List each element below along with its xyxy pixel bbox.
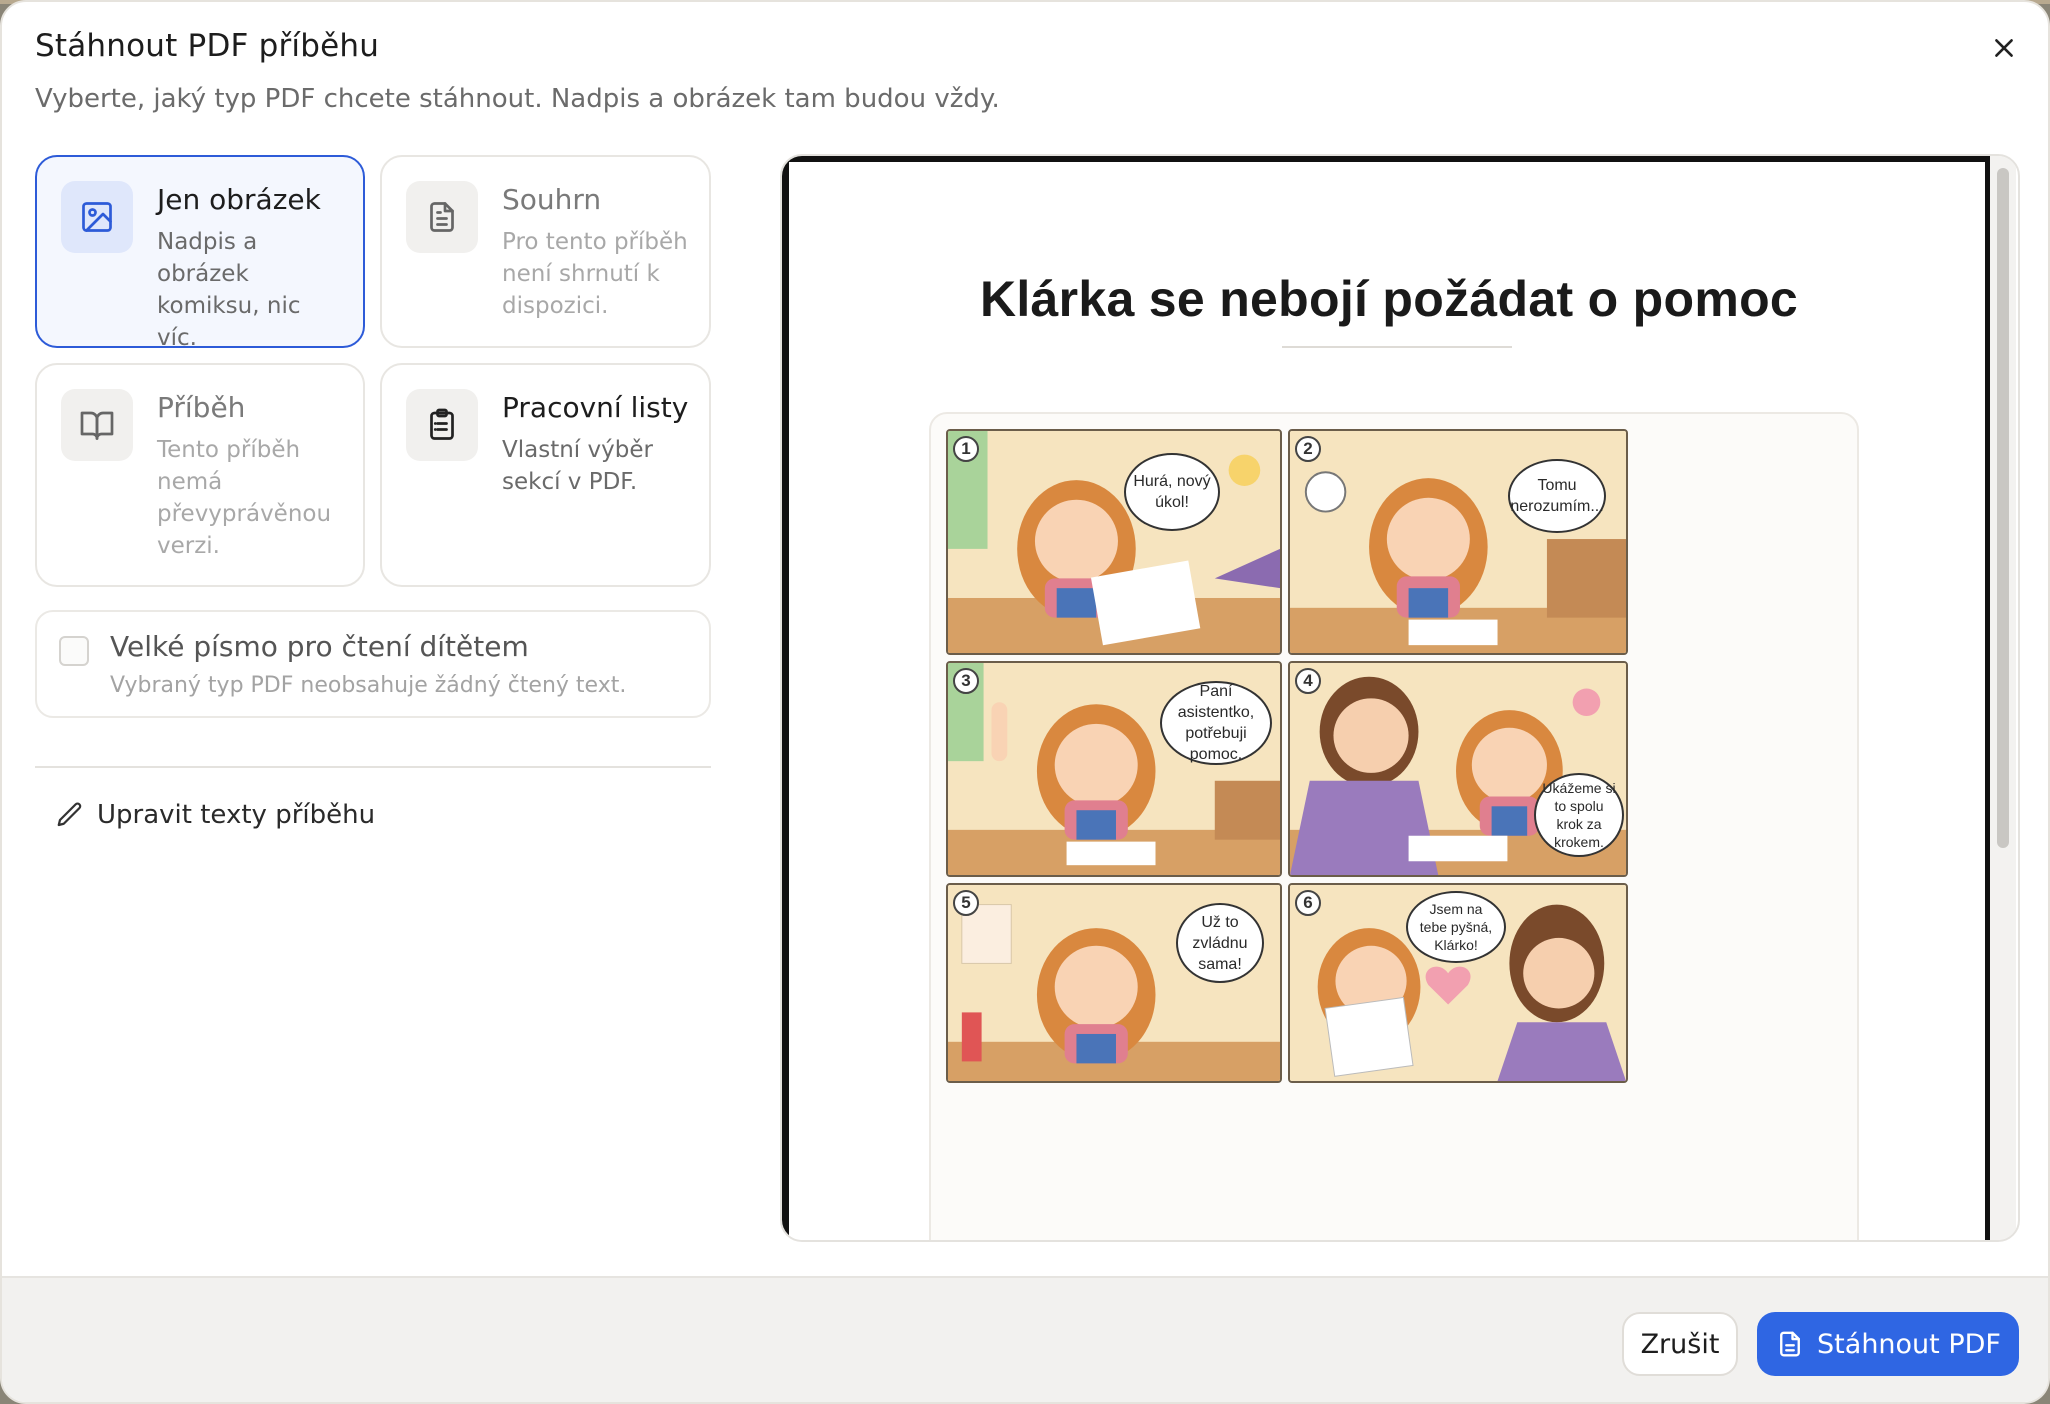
download-pdf-button[interactable]: Stáhnout PDF	[1757, 1312, 2019, 1376]
large-font-option[interactable]: Velké písmo pro čtení dítětem Vybraný ty…	[35, 610, 711, 718]
comic-strip: 1 Hurá, nový úkol! 2 Tomu nerozumím... 3…	[929, 412, 1859, 1240]
panel-number: 6	[1295, 890, 1321, 916]
comic-panel-5: 5 Už to zvládnu sama!	[946, 883, 1282, 1083]
large-font-checkbox[interactable]	[59, 636, 89, 666]
large-font-label: Velké písmo pro čtení dítětem	[110, 630, 529, 663]
dialog-title: Stáhnout PDF příběhu	[35, 28, 380, 64]
option-story[interactable]: Příběh Tento příběh nemá převyprávěnou v…	[35, 363, 365, 587]
comic-panel-6: 6 Jsem na tebe pyšná, Klárko!	[1288, 883, 1628, 1083]
option-title: Příběh	[157, 391, 246, 424]
preview-scrollbar[interactable]	[1990, 156, 2016, 1240]
option-summary[interactable]: Souhrn Pro tento příběh není shrnutí k d…	[380, 155, 711, 348]
speech-bubble: Hurá, nový úkol!	[1124, 453, 1220, 531]
download-button-label: Stáhnout PDF	[1817, 1328, 2001, 1360]
panel-number: 3	[953, 668, 979, 694]
download-pdf-dialog: Stáhnout PDF příběhu Vyberte, jaký typ P…	[0, 0, 2050, 1404]
option-worksheets[interactable]: Pracovní listy Vlastní výběr sekcí v PDF…	[380, 363, 711, 587]
speech-bubble: Už to zvládnu sama!	[1176, 903, 1264, 983]
speech-bubble: Paní asistentko, potřebuji pomoc.	[1160, 681, 1272, 765]
cancel-button[interactable]: Zrušit	[1622, 1312, 1738, 1376]
title-underline	[1282, 346, 1512, 348]
option-description: Vlastní výběr sekcí v PDF.	[502, 437, 653, 495]
clipboard-list-icon	[406, 389, 478, 461]
comic-panel-3: 3 Paní asistentko, potřebuji pomoc.	[946, 661, 1282, 877]
panel-number: 1	[953, 436, 979, 462]
document-icon	[406, 181, 478, 253]
document-icon	[1780, 1331, 1800, 1357]
option-description: Pro tento příběh není shrnutí k dispozic…	[502, 229, 688, 319]
close-icon	[1995, 39, 2013, 57]
large-font-hint: Vybraný typ PDF neobsahuje žádný čtený t…	[110, 673, 627, 698]
edit-link-label: Upravit texty příběhu	[97, 800, 376, 830]
panel-number: 5	[953, 890, 979, 916]
divider	[35, 766, 711, 768]
comic-panel-4: 4 Ukážeme si to spolu krok za krokem.	[1288, 661, 1628, 877]
option-title: Souhrn	[502, 183, 602, 216]
option-description: Tento příběh nemá převyprávěnou verzi.	[157, 437, 332, 559]
option-image-only[interactable]: Jen obrázek Nadpis a obrázek komiksu, ni…	[35, 155, 365, 351]
pdf-preview[interactable]: Klárka se nebojí požádat o pomoc 1 Hurá,…	[780, 154, 2020, 1242]
close-button[interactable]	[1984, 28, 2024, 68]
comic-panel-2: 2 Tomu nerozumím...	[1288, 429, 1628, 655]
panel-illustration	[948, 431, 1280, 653]
comic-title: Klárka se nebojí požádat o pomoc	[979, 271, 1799, 327]
book-open-icon	[61, 389, 133, 461]
comic-panel-1: 1 Hurá, nový úkol!	[946, 429, 1282, 655]
dialog-subtitle: Vyberte, jaký typ PDF chcete stáhnout. N…	[35, 84, 1000, 114]
option-title: Jen obrázek	[157, 183, 321, 216]
edit-story-texts-link[interactable]: Upravit texty příběhu	[55, 792, 375, 838]
option-title: Pracovní listy	[502, 391, 689, 424]
image-icon	[61, 181, 133, 253]
option-description: Nadpis a obrázek komiksu, nic víc.	[157, 229, 301, 351]
scrollbar-thumb[interactable]	[1997, 168, 2009, 848]
dialog-footer: Zrušit Stáhnout PDF	[2, 1276, 2048, 1402]
pencil-icon	[57, 802, 82, 827]
panel-number: 2	[1295, 436, 1321, 462]
speech-bubble: Ukážeme si to spolu krok za krokem.	[1534, 773, 1624, 857]
panel-number: 4	[1295, 668, 1321, 694]
speech-bubble: Tomu nerozumím...	[1508, 459, 1606, 533]
speech-bubble: Jsem na tebe pyšná, Klárko!	[1406, 891, 1506, 963]
preview-page: Klárka se nebojí požádat o pomoc 1 Hurá,…	[782, 156, 1990, 1240]
